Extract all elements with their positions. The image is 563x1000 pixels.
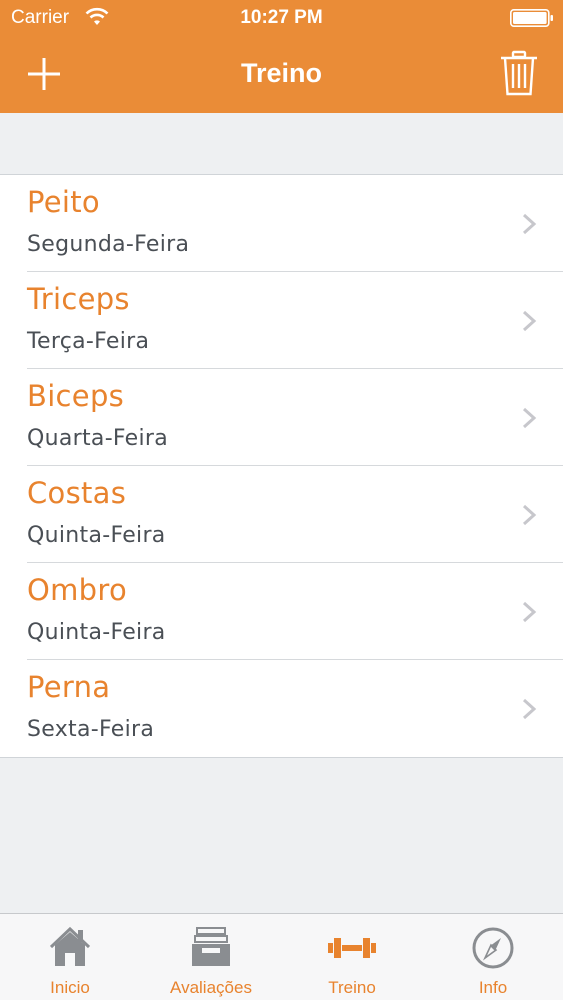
status-bar: Carrier 10:27 PM <box>0 0 563 38</box>
battery-icon <box>510 9 553 27</box>
workout-day: Terça-Feira <box>27 329 150 354</box>
dumbbell-icon <box>328 938 376 958</box>
list-item[interactable]: Biceps Quarta-Feira <box>0 369 563 466</box>
home-icon <box>50 926 90 966</box>
workout-title: Perna <box>27 670 111 704</box>
chevron-right-icon <box>522 213 537 235</box>
workout-title: Biceps <box>27 379 125 413</box>
chevron-right-icon <box>522 407 537 429</box>
tab-label: Treino <box>328 978 376 997</box>
list-item[interactable]: Costas Quinta-Feira <box>0 466 563 563</box>
compass-icon <box>472 927 514 969</box>
chevron-right-icon <box>522 310 537 332</box>
tab-avaliacoes[interactable]: Avaliações <box>141 914 281 1000</box>
chevron-right-icon <box>522 601 537 623</box>
tab-label: Avaliações <box>170 978 252 997</box>
plus-icon <box>28 58 60 90</box>
delete-button[interactable] <box>499 50 539 96</box>
navigation-header: Carrier 10:27 PM Treino <box>0 0 563 113</box>
tab-label: Inicio <box>50 978 90 997</box>
tab-treino[interactable]: Treino <box>282 914 422 1000</box>
list-item[interactable]: Triceps Terça-Feira <box>0 272 563 369</box>
workout-day: Quinta-Feira <box>27 620 166 645</box>
workout-list: Peito Segunda-Feira Triceps Terça-Feira … <box>0 174 563 758</box>
list-item[interactable]: Perna Sexta-Feira <box>0 660 563 757</box>
workout-day: Quinta-Feira <box>27 523 166 548</box>
add-button[interactable] <box>26 56 62 92</box>
workout-title: Costas <box>27 476 127 510</box>
tab-bar: Inicio Avaliações Treino Info <box>0 913 563 1000</box>
tab-inicio[interactable]: Inicio <box>0 914 140 1000</box>
list-item[interactable]: Ombro Quinta-Feira <box>0 563 563 660</box>
tab-label: Info <box>478 978 508 997</box>
trash-icon <box>501 50 537 96</box>
workout-title: Triceps <box>27 282 130 316</box>
workout-day: Segunda-Feira <box>27 232 190 257</box>
workout-day: Quarta-Feira <box>27 426 169 451</box>
chevron-right-icon <box>522 504 537 526</box>
status-time: 10:27 PM <box>240 7 323 28</box>
tab-info[interactable]: Info <box>423 914 563 1000</box>
page-title: Treino <box>240 58 322 88</box>
workout-day: Sexta-Feira <box>27 717 155 742</box>
workout-title: Ombro <box>27 573 128 607</box>
chevron-right-icon <box>522 698 537 720</box>
inbox-tray-icon <box>192 927 230 966</box>
list-item[interactable]: Peito Segunda-Feira <box>0 175 563 272</box>
workout-title: Peito <box>27 185 100 219</box>
